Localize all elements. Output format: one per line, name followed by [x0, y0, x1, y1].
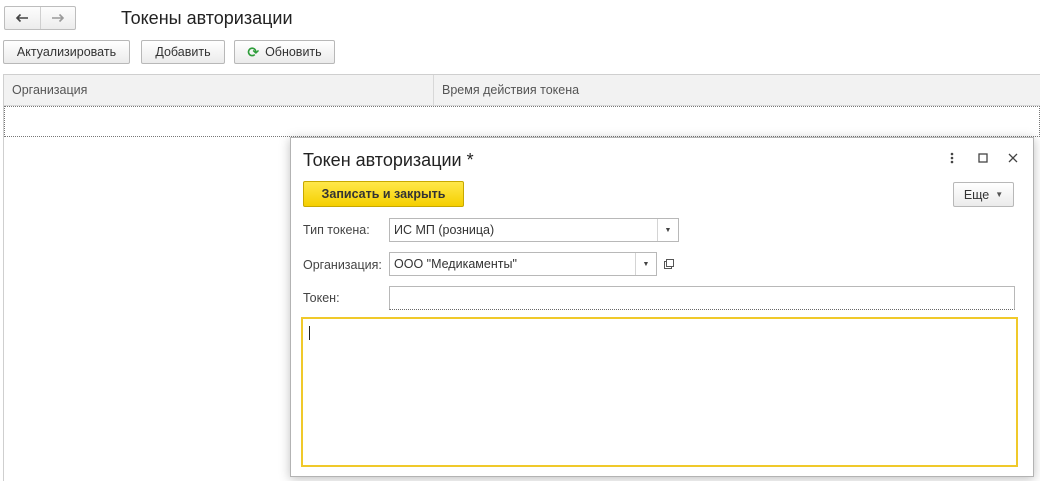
- text-cursor: [309, 326, 310, 340]
- arrow-left-icon: [16, 13, 29, 23]
- nav-buttons: [4, 6, 76, 30]
- open-organization-button[interactable]: [659, 252, 679, 276]
- more-label: Еще: [963, 187, 990, 202]
- token-input[interactable]: [389, 286, 1015, 310]
- token-type-label: Тип токена:: [303, 223, 370, 237]
- refresh-icon: ⟳: [247, 43, 260, 60]
- table-row[interactable]: [4, 106, 1040, 137]
- chevron-down-icon[interactable]: ▼: [657, 219, 678, 241]
- save-and-close-button[interactable]: Записать и закрыть: [303, 181, 464, 207]
- add-button[interactable]: Добавить: [141, 40, 225, 64]
- more-actions-icon[interactable]: [944, 150, 960, 166]
- back-button[interactable]: [5, 7, 40, 29]
- token-type-value: ИС МП (розница): [394, 223, 495, 237]
- page-title: Токены авторизации: [121, 8, 293, 28]
- open-window-icon: [664, 259, 674, 269]
- token-dialog: Токен авторизации * Записать и закрыть Е…: [290, 137, 1034, 477]
- more-button[interactable]: Еще ▼: [953, 182, 1014, 207]
- organization-select[interactable]: ООО "Медикаменты" ▼: [389, 252, 657, 276]
- chevron-down-icon[interactable]: ▼: [635, 253, 656, 275]
- token-text-area[interactable]: [301, 317, 1018, 467]
- maximize-icon[interactable]: [975, 150, 991, 166]
- organization-value: ООО "Медикаменты": [394, 257, 517, 271]
- token-label: Токен:: [303, 291, 340, 305]
- refresh-label: Обновить: [265, 45, 322, 59]
- organization-label: Организация:: [303, 258, 382, 272]
- column-header-token-validity[interactable]: Время действия токена: [433, 75, 1040, 105]
- table-header: Организация Время действия токена: [4, 75, 1040, 106]
- actualize-button[interactable]: Актуализировать: [3, 40, 130, 64]
- forward-button[interactable]: [39, 7, 76, 29]
- close-icon[interactable]: [1005, 150, 1021, 166]
- arrow-right-icon: [51, 13, 64, 23]
- token-type-select[interactable]: ИС МП (розница) ▼: [389, 218, 679, 242]
- column-header-organization[interactable]: Организация: [4, 75, 434, 105]
- dialog-title: Токен авторизации *: [303, 150, 474, 170]
- chevron-down-icon: ▼: [995, 190, 1004, 199]
- refresh-button[interactable]: ⟳ Обновить: [234, 40, 335, 64]
